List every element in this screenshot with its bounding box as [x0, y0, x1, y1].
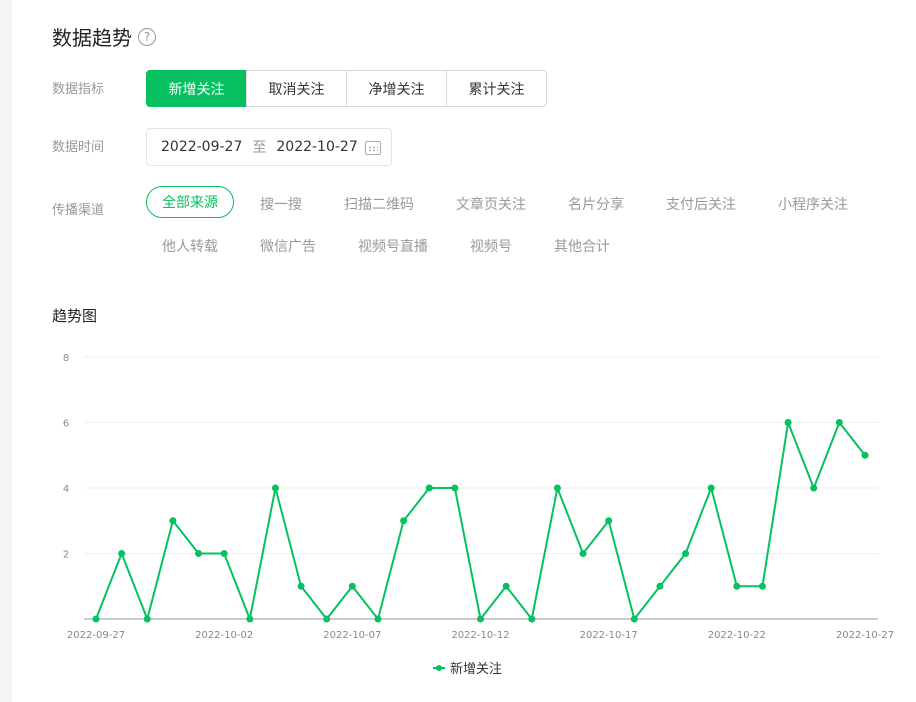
x-tick-label: 2022-10-07	[323, 630, 381, 641]
data-point[interactable]	[297, 582, 305, 590]
y-tick-label: 6	[63, 419, 69, 430]
data-point[interactable]	[656, 582, 664, 590]
data-point[interactable]	[195, 550, 203, 557]
channel-card-share[interactable]: 名片分享	[568, 194, 624, 214]
data-point[interactable]	[323, 615, 331, 623]
x-tick-label: 2022-10-02	[195, 630, 253, 641]
metric-option-unfollow[interactable]: 取消关注	[246, 70, 347, 107]
data-point[interactable]	[579, 550, 587, 557]
data-point[interactable]	[630, 615, 638, 623]
trend-line-chart: 2 4 6 8 2022-09-27 2022-10-02 2022-10-07 2022-…	[63, 353, 894, 641]
metric-segmented-control: 新增关注 取消关注 净增关注 累计关注	[146, 70, 547, 107]
metric-option-total-follow[interactable]: 累计关注	[446, 70, 547, 107]
x-tick-label: 2022-10-22	[708, 630, 766, 641]
data-point[interactable]	[425, 484, 433, 492]
channel-wechat-ads[interactable]: 微信广告	[260, 236, 316, 256]
y-tick-label: 8	[63, 353, 69, 364]
channel-channels-live[interactable]: 视频号直播	[358, 236, 428, 256]
data-point[interactable]	[92, 615, 100, 623]
legend-marker-icon	[433, 663, 445, 673]
channel-all-sources[interactable]: 全部来源	[146, 186, 234, 218]
metric-option-net-follow[interactable]: 净增关注	[346, 70, 447, 107]
channel-qr-scan[interactable]: 扫描二维码	[344, 194, 414, 214]
metric-option-new-follow[interactable]: 新增关注	[146, 70, 247, 107]
data-point[interactable]	[861, 451, 869, 459]
channel-search[interactable]: 搜一搜	[260, 194, 302, 214]
y-tick-label: 4	[63, 484, 69, 495]
section-title: 数据趋势	[52, 26, 132, 50]
date-separator: 至	[252, 140, 267, 156]
date-start[interactable]: 2022-09-27	[161, 139, 242, 155]
legend-label: 新增关注	[450, 662, 503, 677]
date-label: 数据时间	[52, 140, 105, 155]
calendar-icon[interactable]	[365, 141, 381, 155]
data-point[interactable]	[528, 615, 536, 623]
data-point[interactable]	[553, 484, 561, 492]
channel-label: 传播渠道	[52, 203, 105, 218]
data-point[interactable]	[246, 615, 254, 623]
date-end[interactable]: 2022-10-27	[276, 139, 357, 155]
data-point[interactable]	[348, 582, 356, 590]
x-tick-label: 2022-10-17	[580, 630, 638, 641]
channel-after-payment[interactable]: 支付后关注	[666, 194, 736, 214]
channel-other-total[interactable]: 其他合计	[554, 236, 610, 256]
data-point[interactable]	[733, 582, 741, 590]
data-point[interactable]	[374, 615, 382, 623]
y-tick-label: 2	[63, 550, 69, 561]
data-point[interactable]	[784, 419, 792, 426]
data-point[interactable]	[758, 582, 766, 590]
data-point[interactable]	[451, 484, 459, 492]
data-point[interactable]	[477, 615, 484, 623]
section-header: 数据趋势 ?	[52, 22, 156, 51]
x-tick-label: 2022-10-27	[836, 630, 894, 641]
data-point[interactable]	[400, 517, 408, 525]
channel-channels[interactable]: 视频号	[470, 236, 512, 256]
data-point[interactable]	[810, 484, 818, 492]
chart-legend[interactable]: 新增关注	[433, 658, 502, 677]
data-point[interactable]	[271, 484, 279, 492]
data-point[interactable]	[220, 550, 228, 557]
channel-reprint[interactable]: 他人转载	[162, 236, 218, 256]
help-icon[interactable]: ?	[138, 27, 156, 46]
series-line-new-follow	[95, 421, 866, 620]
channel-mini-program[interactable]: 小程序关注	[778, 194, 848, 214]
data-point[interactable]	[502, 582, 510, 590]
data-point[interactable]	[605, 517, 613, 525]
data-point[interactable]	[118, 550, 126, 557]
data-point[interactable]	[143, 615, 151, 623]
channel-article-page[interactable]: 文章页关注	[456, 194, 526, 214]
data-point[interactable]	[682, 550, 690, 557]
data-point[interactable]	[169, 517, 177, 525]
metric-label: 数据指标	[52, 82, 105, 97]
chart-title: 趋势图	[52, 307, 98, 325]
date-range-picker[interactable]: 2022-09-27 至 2022-10-27	[146, 128, 392, 166]
x-tick-label: 2022-09-27	[67, 630, 125, 641]
x-tick-label: 2022-10-12	[451, 630, 509, 641]
data-point[interactable]	[835, 419, 843, 426]
data-point[interactable]	[707, 484, 715, 492]
